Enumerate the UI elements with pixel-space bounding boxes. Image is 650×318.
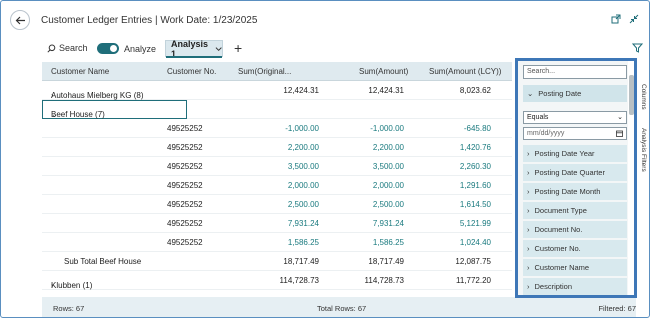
filter-operator-select[interactable]: Equals ⌄ xyxy=(523,111,627,124)
table-row[interactable]: › Klubben (1) 114,728.73 114,728.73 11,77… xyxy=(42,271,512,290)
table-row-subtotal[interactable]: Sub Total Beef House 18,717.49 18,717.49… xyxy=(42,252,512,271)
search-label: Search xyxy=(59,43,88,53)
chevron-right-icon: › xyxy=(527,168,530,177)
page-title: Customer Ledger Entries | Work Date: 1/2… xyxy=(41,15,258,26)
filter-list: Search... ⌄ Posting Date Equals ⌄ mm/dd/… xyxy=(518,61,628,295)
analyze-label: Analyze xyxy=(124,44,157,54)
tab-label: Analysis 1 xyxy=(171,38,209,59)
open-new-window-icon[interactable] xyxy=(611,14,621,24)
table-row[interactable]: 49525252 -1,000.00 -1,000.00 -645.80 xyxy=(42,119,512,138)
chevron-right-icon: › xyxy=(527,225,530,234)
column-header-customer-no[interactable]: Customer No. xyxy=(167,67,216,76)
window-controls xyxy=(611,14,639,24)
filter-date-input[interactable]: mm/dd/yyyy xyxy=(523,127,627,140)
analyze-toggle[interactable] xyxy=(97,43,119,54)
filter-description[interactable]: › Description xyxy=(523,278,627,295)
filter-posting-date[interactable]: ⌄ Posting Date xyxy=(523,85,627,102)
status-bar: Rows: 67 Total Rows: 67 Filtered: 67 xyxy=(42,297,636,317)
chevron-right-icon: › xyxy=(527,282,530,291)
table-row[interactable]: 49525252 2,000.00 2,000.00 1,291.60 xyxy=(42,176,512,195)
calendar-icon[interactable] xyxy=(616,130,623,137)
table-row[interactable]: 49525252 2,200.00 2,200.00 1,420.76 xyxy=(42,138,512,157)
filter-customer-name[interactable]: › Customer Name xyxy=(523,259,627,276)
filter-scrollbar[interactable] xyxy=(629,75,634,115)
column-header-sum-original[interactable]: Sum(Original... xyxy=(238,67,291,76)
table-row[interactable]: ⌄ Beef House (7) xyxy=(42,100,512,119)
chevron-down-icon: ⌄ xyxy=(617,114,623,121)
filter-icon xyxy=(631,43,644,53)
chevron-right-icon: › xyxy=(527,263,530,272)
chevron-right-icon: › xyxy=(527,206,530,215)
app-window: Customer Ledger Entries | Work Date: 1/2… xyxy=(0,0,650,318)
toolbar: Search Analyze Analysis 1 + xyxy=(1,37,650,59)
chevron-down-icon xyxy=(215,46,222,51)
tab-analysis-1[interactable]: Analysis 1 xyxy=(165,38,223,59)
filter-search-input[interactable]: Search... xyxy=(523,65,627,79)
add-analysis-button[interactable]: + xyxy=(234,40,242,56)
filter-pane-button[interactable] xyxy=(631,43,644,55)
search-icon xyxy=(47,44,56,53)
table-row[interactable]: 49525252 3,500.00 3,500.00 2,260.30 xyxy=(42,157,512,176)
back-button[interactable] xyxy=(10,10,30,30)
filter-posting-date-year[interactable]: › Posting Date Year xyxy=(523,145,627,162)
rows-count: Rows: 67 xyxy=(53,304,85,313)
total-rows-count: Total Rows: 67 xyxy=(317,304,367,313)
filtered-count: Filtered: 67 xyxy=(598,304,636,313)
filter-posting-date-month[interactable]: › Posting Date Month xyxy=(523,183,627,200)
chevron-down-icon: ⌄ xyxy=(527,89,534,98)
chevron-right-icon: › xyxy=(527,244,530,253)
chevron-right-icon: › xyxy=(527,187,530,196)
table-row[interactable]: 49525252 1,586.25 1,586.25 1,024.40 xyxy=(42,233,512,252)
search-button[interactable]: Search xyxy=(47,43,88,53)
filter-posting-date-quarter[interactable]: › Posting Date Quarter xyxy=(523,164,627,181)
arrow-left-icon xyxy=(15,16,25,24)
column-header-customer-name[interactable]: Customer Name xyxy=(51,67,109,76)
column-header-sum-amount-lcy[interactable]: Sum(Amount (LCY)) xyxy=(429,67,501,76)
filter-document-no[interactable]: › Document No. xyxy=(523,221,627,238)
table-row[interactable]: 49525252 2,500.00 2,500.00 1,614.50 xyxy=(42,195,512,214)
side-tabs: Columns Analysis Filters xyxy=(638,66,648,296)
filter-document-type[interactable]: › Document Type xyxy=(523,202,627,219)
analysis-grid: Customer Name Customer No. Sum(Original.… xyxy=(42,62,512,295)
column-header-sum-amount[interactable]: Sum(Amount) xyxy=(359,67,408,76)
tab-columns[interactable]: Columns xyxy=(638,84,647,110)
grid-header: Customer Name Customer No. Sum(Original.… xyxy=(42,62,512,81)
table-row[interactable]: 49525252 7,931.24 7,931.24 5,121.99 xyxy=(42,214,512,233)
filter-customer-no[interactable]: › Customer No. xyxy=(523,240,627,257)
filter-pane: Search... ⌄ Posting Date Equals ⌄ mm/dd/… xyxy=(515,58,637,298)
table-row[interactable]: › Autohaus Mielberg KG (8) 12,424.31 12,4… xyxy=(42,81,512,100)
tab-analysis-filters[interactable]: Analysis Filters xyxy=(638,128,647,172)
chevron-right-icon: › xyxy=(527,149,530,158)
collapse-icon[interactable] xyxy=(629,14,639,24)
